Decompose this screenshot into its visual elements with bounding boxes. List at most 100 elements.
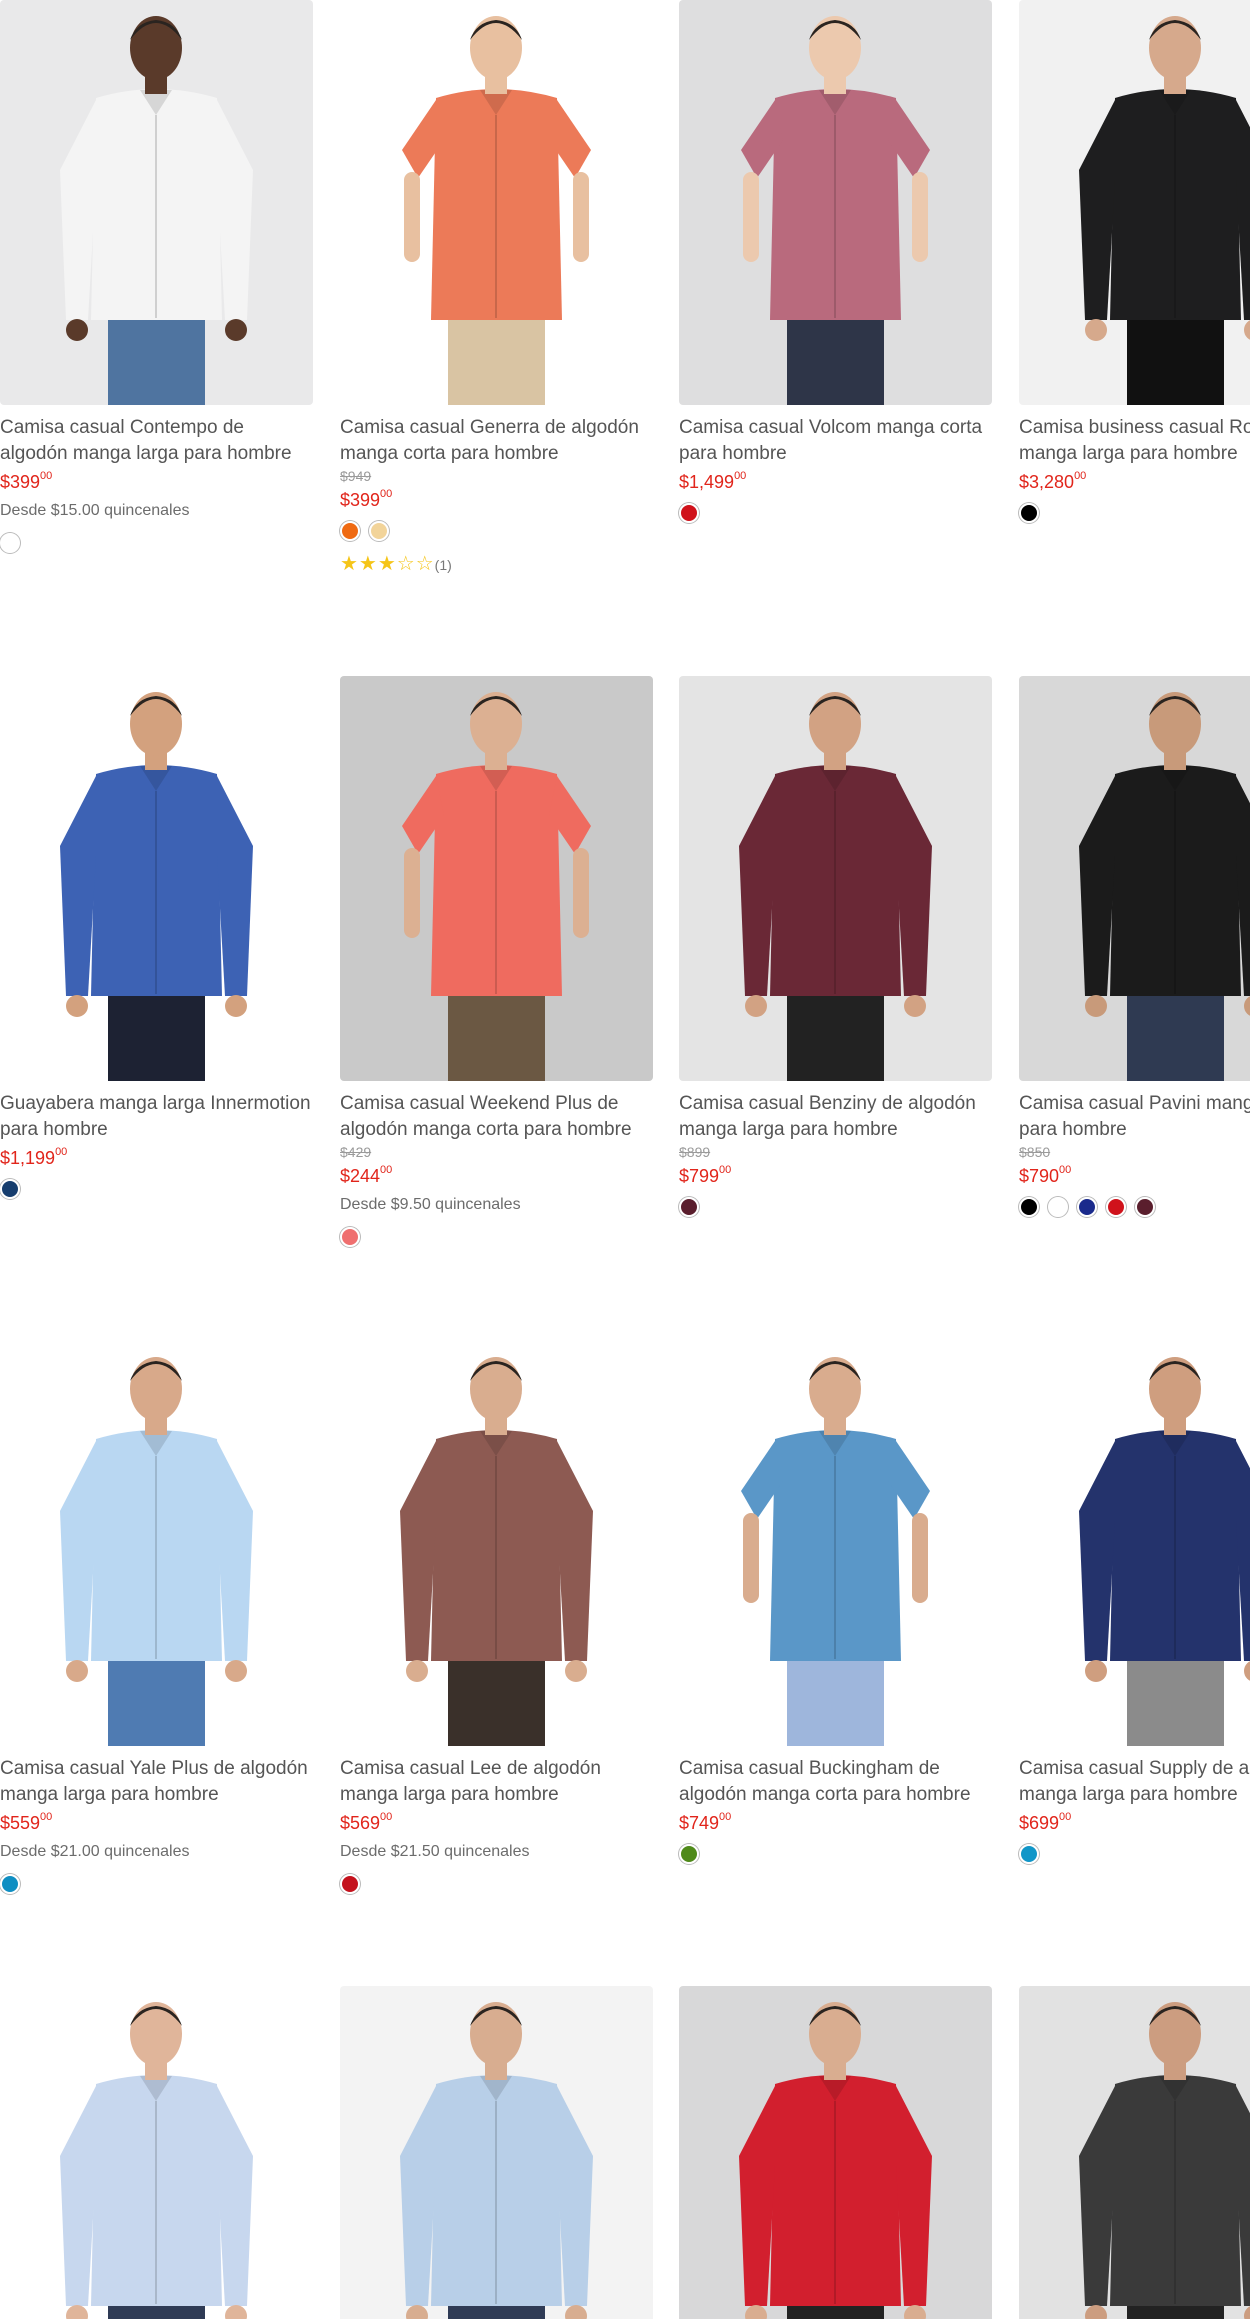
model-illustration	[1019, 1341, 1250, 1746]
product-title[interactable]: Camisa casual Volcom manga corta para ho…	[679, 415, 992, 467]
color-swatch[interactable]	[679, 1197, 699, 1217]
color-swatch[interactable]	[1135, 1197, 1155, 1217]
color-swatch[interactable]	[369, 521, 389, 541]
product-image[interactable]	[340, 1986, 653, 2319]
product-image[interactable]	[679, 1341, 992, 1746]
product-card[interactable]	[679, 1986, 992, 2319]
model-illustration	[1019, 0, 1250, 405]
product-card[interactable]: Camisa casual Benziny de algodón manga l…	[679, 676, 992, 1217]
color-swatch[interactable]	[1019, 1844, 1039, 1864]
product-image[interactable]	[679, 0, 992, 405]
product-card[interactable]: Camisa casual Buckingham de algodón mang…	[679, 1341, 992, 1864]
old-price: $899	[679, 1144, 711, 1160]
color-swatches	[679, 503, 992, 523]
price-amount: $244	[340, 1166, 381, 1186]
model-illustration	[0, 1341, 313, 1746]
color-swatch[interactable]	[340, 521, 360, 541]
product-card[interactable]: Camisa casual Lee de algodón manga larga…	[340, 1341, 653, 1894]
color-swatch[interactable]	[1019, 503, 1039, 523]
color-swatches	[0, 533, 313, 553]
color-swatch[interactable]	[1077, 1197, 1097, 1217]
product-image[interactable]	[340, 676, 653, 1081]
model-illustration	[1019, 676, 1250, 1081]
product-image[interactable]	[1019, 1341, 1250, 1746]
model-illustration	[1019, 1986, 1250, 2319]
product-card[interactable]: Camisa casual Contempo de algodón manga …	[0, 0, 313, 553]
product-title[interactable]: Camisa casual Buckingham de algodón mang…	[679, 1756, 992, 1808]
product-card[interactable]	[0, 1986, 313, 2319]
product-image[interactable]	[0, 1341, 313, 1746]
product-image[interactable]	[0, 0, 313, 405]
product-card[interactable]	[340, 1986, 653, 2319]
model-illustration	[679, 1341, 992, 1746]
color-swatch[interactable]	[340, 1227, 360, 1247]
price: $24400	[340, 1161, 653, 1187]
product-image[interactable]	[679, 676, 992, 1081]
installments-text: Desde $21.50 quincenales	[340, 1843, 530, 1860]
star-icons: ★★★☆☆	[340, 553, 435, 575]
price: $79900	[679, 1161, 992, 1187]
product-title[interactable]: Camisa casual Lee de algodón manga larga…	[340, 1756, 653, 1808]
product-title[interactable]: Camisa casual Weekend Plus de algodón ma…	[340, 1091, 653, 1143]
product-image[interactable]	[0, 1986, 313, 2319]
model-illustration	[0, 676, 313, 1081]
product-card[interactable]: Camisa casual Pavini manga larga para ho…	[1019, 676, 1250, 1217]
color-swatch[interactable]	[679, 503, 699, 523]
color-swatches	[1019, 1197, 1250, 1217]
price-amount: $399	[340, 490, 381, 510]
product-card[interactable]: Camisa casual Supply de algodón manga la…	[1019, 1341, 1250, 1864]
price-cents: 00	[40, 470, 53, 482]
price-amount: $1,199	[0, 1148, 56, 1168]
product-title[interactable]: Camisa casual Pavini manga larga para ho…	[1019, 1091, 1250, 1143]
product-title[interactable]: Camisa casual Supply de algodón manga la…	[1019, 1756, 1250, 1808]
model-illustration	[679, 0, 992, 405]
product-title[interactable]: Camisa casual Yale Plus de algodón manga…	[0, 1756, 313, 1808]
price-amount: $559	[0, 1813, 41, 1833]
color-swatch[interactable]	[679, 1844, 699, 1864]
product-image[interactable]	[340, 0, 653, 405]
model-illustration	[679, 676, 992, 1081]
installments-text: Desde $15.00 quincenales	[0, 502, 190, 519]
product-title[interactable]: Camisa casual Generra de algodón manga c…	[340, 415, 653, 467]
product-card[interactable]: Camisa casual Weekend Plus de algodón ma…	[340, 676, 653, 1247]
old-price: $850	[1019, 1144, 1051, 1160]
price-cents: 00	[719, 1164, 732, 1176]
product-image[interactable]	[1019, 1986, 1250, 2319]
price-cents: 00	[40, 1811, 53, 1823]
color-swatch[interactable]	[1106, 1197, 1126, 1217]
rating-count[interactable]: (1)	[435, 557, 452, 573]
color-swatches	[679, 1197, 992, 1217]
color-swatch[interactable]	[340, 1874, 360, 1894]
product-title[interactable]: Camisa casual Benziny de algodón manga l…	[679, 1091, 992, 1143]
price-amount: $790	[1019, 1166, 1060, 1186]
product-image[interactable]	[679, 1986, 992, 2319]
color-swatch[interactable]	[0, 1874, 20, 1894]
color-swatches	[340, 1874, 653, 1894]
product-card[interactable]: Camisa casual Volcom manga corta para ho…	[679, 0, 992, 523]
price-amount: $699	[1019, 1813, 1060, 1833]
product-card[interactable]: Camisa business casual Robert manga larg…	[1019, 0, 1250, 523]
color-swatch[interactable]	[1019, 1197, 1039, 1217]
color-swatch[interactable]	[0, 1179, 20, 1199]
product-image[interactable]	[0, 676, 313, 1081]
product-title[interactable]: Guayabera manga larga Innermotion para h…	[0, 1091, 313, 1143]
product-card[interactable]	[1019, 1986, 1250, 2319]
price: $39900	[340, 485, 653, 511]
color-swatches	[679, 1844, 992, 1864]
product-card[interactable]: Guayabera manga larga Innermotion para h…	[0, 676, 313, 1199]
product-image[interactable]	[340, 1341, 653, 1746]
product-card[interactable]: Camisa casual Yale Plus de algodón manga…	[0, 1341, 313, 1894]
price-amount: $799	[679, 1166, 720, 1186]
product-title[interactable]: Camisa business casual Robert manga larg…	[1019, 415, 1250, 467]
color-swatch[interactable]	[0, 533, 20, 553]
product-title[interactable]: Camisa casual Contempo de algodón manga …	[0, 415, 313, 467]
product-image[interactable]	[1019, 676, 1250, 1081]
price-amount: $1,499	[679, 472, 735, 492]
model-illustration	[340, 1341, 653, 1746]
color-swatch[interactable]	[1048, 1197, 1068, 1217]
old-price: $429	[340, 1144, 372, 1160]
color-swatches	[340, 1227, 653, 1247]
model-illustration	[679, 1986, 992, 2319]
product-card[interactable]: Camisa casual Generra de algodón manga c…	[340, 0, 653, 576]
product-image[interactable]	[1019, 0, 1250, 405]
